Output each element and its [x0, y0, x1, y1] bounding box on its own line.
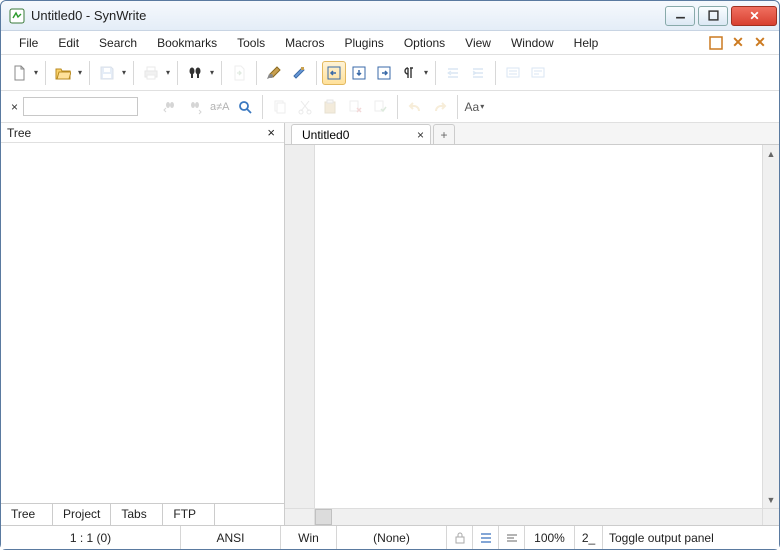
- menu-window[interactable]: Window: [501, 33, 564, 53]
- window-title: Untitled0 - SynWrite: [31, 8, 662, 23]
- tree-panel-header: Tree ×: [1, 123, 284, 143]
- titlebar: Untitled0 - SynWrite: [1, 1, 779, 31]
- print-button[interactable]: [139, 61, 163, 85]
- menu-tools[interactable]: Tools: [227, 33, 275, 53]
- file-tabs: Untitled0 × +: [285, 123, 779, 145]
- left-panel: Tree × Tree Project Tabs FTP: [1, 123, 285, 525]
- options-button[interactable]: [287, 61, 311, 85]
- font-size-button[interactable]: Aa▾: [463, 100, 487, 114]
- goto-button[interactable]: [227, 61, 251, 85]
- uncomment-button[interactable]: [526, 61, 550, 85]
- scroll-down-icon[interactable]: ▼: [763, 491, 779, 508]
- menu-view[interactable]: View: [455, 33, 501, 53]
- search-input[interactable]: [23, 97, 138, 116]
- pilcrow-dropdown[interactable]: [422, 61, 430, 85]
- maximize-button[interactable]: [698, 6, 728, 26]
- status-hint: Toggle output panel: [603, 526, 779, 549]
- open-file-button[interactable]: [51, 61, 75, 85]
- new-file-dropdown[interactable]: [32, 61, 40, 85]
- lock-icon[interactable]: [447, 526, 473, 549]
- save-button[interactable]: [95, 61, 119, 85]
- search-close-button[interactable]: ×: [7, 100, 22, 114]
- app-icon: [9, 8, 25, 24]
- open-file-dropdown[interactable]: [76, 61, 84, 85]
- statusbar: 1 : 1 (0) ANSI Win (None) 100% 2_ Toggle…: [1, 525, 779, 549]
- lines-icon[interactable]: [473, 526, 499, 549]
- tab-project[interactable]: Project: [53, 504, 111, 525]
- status-position: 1 : 1 (0): [1, 526, 181, 549]
- close-all-icon[interactable]: ✕: [730, 35, 746, 51]
- horizontal-scrollbar[interactable]: [285, 508, 779, 525]
- menu-edit[interactable]: Edit: [48, 33, 89, 53]
- tab-ftp[interactable]: FTP: [163, 504, 215, 525]
- select-all-button[interactable]: [368, 95, 392, 119]
- wrap-left-button[interactable]: [322, 61, 346, 85]
- toolbar-main: [1, 55, 779, 91]
- file-tab-close[interactable]: ×: [417, 128, 424, 142]
- window-buttons: [662, 6, 777, 26]
- save-dropdown[interactable]: [120, 61, 128, 85]
- new-file-button[interactable]: [7, 61, 31, 85]
- status-encoding[interactable]: ANSI: [181, 526, 281, 549]
- menu-plugins[interactable]: Plugins: [334, 33, 393, 53]
- undo-button[interactable]: [403, 95, 427, 119]
- tab-tree[interactable]: Tree: [1, 504, 53, 525]
- print-dropdown[interactable]: [164, 61, 172, 85]
- editor-area[interactable]: [315, 145, 762, 508]
- find-prev-button[interactable]: [158, 95, 182, 119]
- file-tab-untitled0[interactable]: Untitled0 ×: [291, 124, 431, 144]
- menu-macros[interactable]: Macros: [275, 33, 334, 53]
- menu-help[interactable]: Help: [564, 33, 609, 53]
- delete-button[interactable]: [343, 95, 367, 119]
- wrap-icon[interactable]: [499, 526, 525, 549]
- scroll-up-icon[interactable]: ▲: [763, 145, 779, 162]
- menu-search[interactable]: Search: [89, 33, 147, 53]
- pilcrow-button[interactable]: [397, 61, 421, 85]
- editor-gutter: [285, 145, 315, 508]
- wrap-down-button[interactable]: [347, 61, 371, 85]
- unindent-button[interactable]: [441, 61, 465, 85]
- menubar: File Edit Search Bookmarks Tools Macros …: [1, 31, 779, 55]
- menu-bookmarks[interactable]: Bookmarks: [147, 33, 227, 53]
- minimize-button[interactable]: [665, 6, 695, 26]
- tree-body[interactable]: [1, 143, 284, 503]
- hscroll-thumb[interactable]: [315, 509, 332, 525]
- main-area: Tree × Tree Project Tabs FTP Untitled0 ×…: [1, 123, 779, 525]
- toolbar-search: × a≠A Aa▾: [1, 91, 779, 123]
- close-button[interactable]: [731, 6, 777, 26]
- font-size-label: Aa: [465, 100, 480, 114]
- tab-tabs[interactable]: Tabs: [111, 504, 163, 525]
- paste-button[interactable]: [318, 95, 342, 119]
- case-toggle[interactable]: a≠A: [208, 101, 232, 113]
- tree-panel-title: Tree: [7, 126, 264, 140]
- left-panel-tabs: Tree Project Tabs FTP: [1, 503, 284, 525]
- wrap-right-button[interactable]: [372, 61, 396, 85]
- status-zoom[interactable]: 100%: [525, 526, 575, 549]
- tools-icon[interactable]: ✕: [752, 35, 768, 51]
- editor-panel: Untitled0 × + ▲ ▼: [285, 123, 779, 525]
- comment-button[interactable]: [501, 61, 525, 85]
- status-lineend[interactable]: Win: [281, 526, 337, 549]
- tree-panel-close[interactable]: ×: [264, 125, 278, 140]
- editor-wrap: ▲ ▼: [285, 145, 779, 508]
- status-mode[interactable]: 2_: [575, 526, 603, 549]
- find-button[interactable]: [183, 61, 207, 85]
- copy-button[interactable]: [268, 95, 292, 119]
- redo-button[interactable]: [428, 95, 452, 119]
- find-dropdown[interactable]: [208, 61, 216, 85]
- maximize-editor-icon[interactable]: [708, 35, 724, 51]
- settings-button[interactable]: [262, 61, 286, 85]
- magnifier-button[interactable]: [233, 95, 257, 119]
- indent-button[interactable]: [466, 61, 490, 85]
- menu-file[interactable]: File: [9, 33, 48, 53]
- menu-options[interactable]: Options: [394, 33, 455, 53]
- vertical-scrollbar[interactable]: ▲ ▼: [762, 145, 779, 508]
- cut-button[interactable]: [293, 95, 317, 119]
- find-next-button[interactable]: [183, 95, 207, 119]
- new-tab-button[interactable]: +: [433, 124, 455, 144]
- file-tab-label: Untitled0: [302, 128, 409, 142]
- status-syntax[interactable]: (None): [337, 526, 447, 549]
